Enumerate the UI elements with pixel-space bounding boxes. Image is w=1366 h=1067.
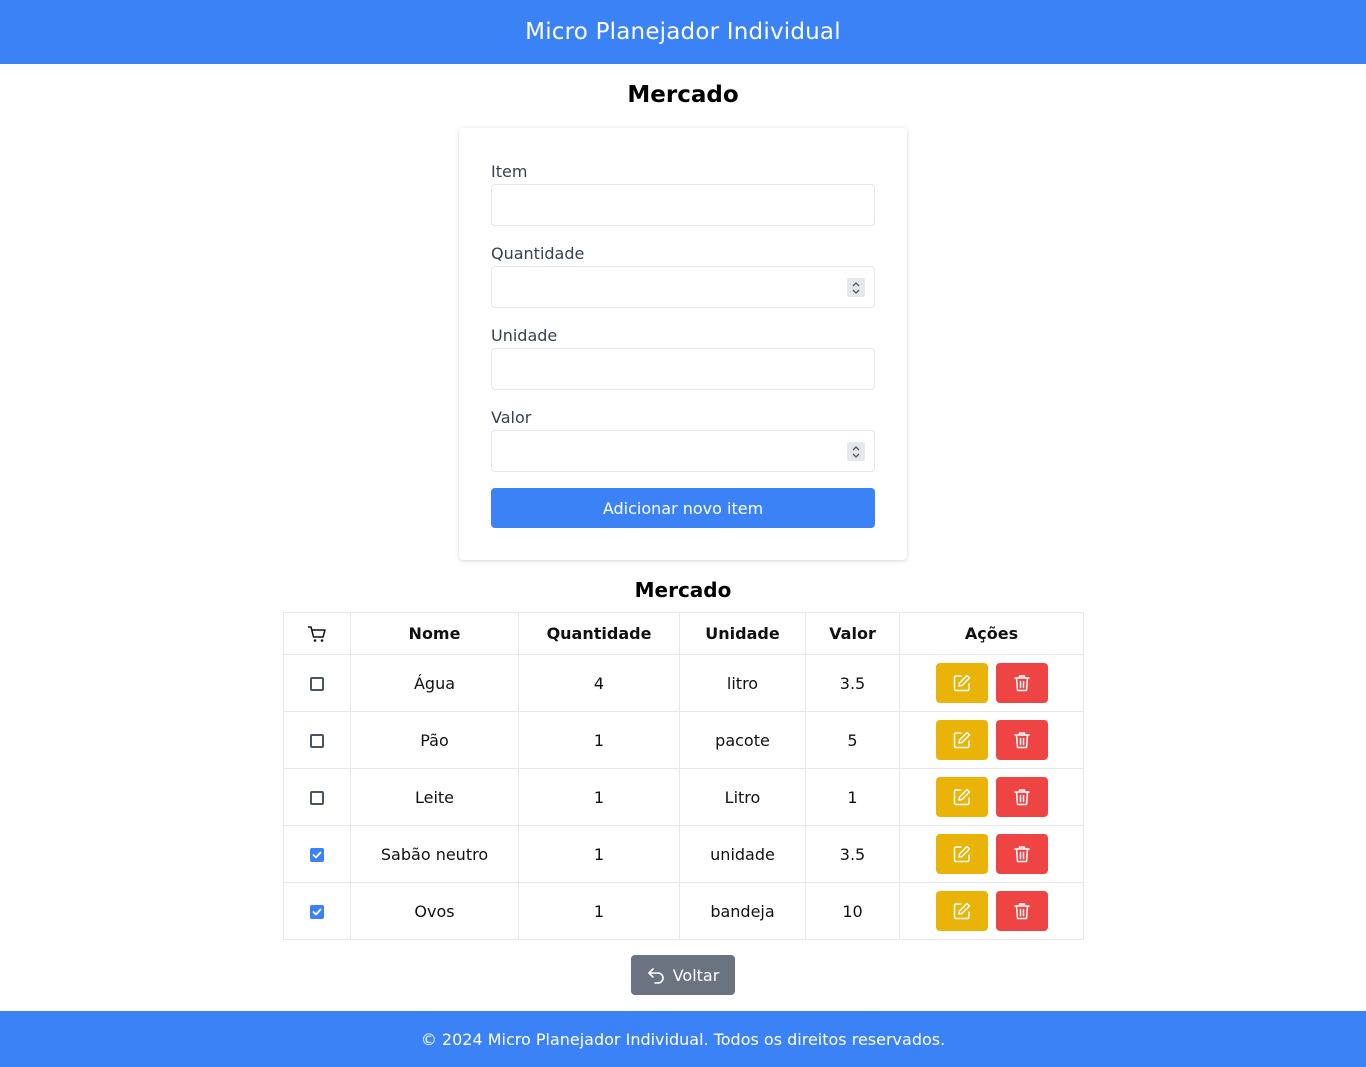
- spinner-up-icon: [852, 445, 860, 450]
- header-unidade: Unidade: [679, 612, 806, 655]
- quantidade-label: Quantidade: [491, 244, 585, 263]
- row-checkbox[interactable]: [310, 848, 324, 862]
- row-actions: [899, 825, 1084, 883]
- delete-button[interactable]: [995, 720, 1048, 760]
- row-unidade: pacote: [679, 711, 806, 769]
- row-actions: [899, 882, 1084, 940]
- row-unidade: Litro: [679, 768, 806, 826]
- row-valor: 3.5: [805, 654, 900, 712]
- trash-icon: [1013, 675, 1030, 692]
- row-nome: Leite: [350, 768, 519, 826]
- row-actions: [899, 768, 1084, 826]
- row-unidade: litro: [679, 654, 806, 712]
- header-valor: Valor: [805, 612, 900, 655]
- row-unidade: bandeja: [679, 882, 806, 940]
- quantidade-input[interactable]: [491, 266, 875, 308]
- items-table: Nome Quantidade Unidade Valor Ações Água…: [283, 612, 1084, 940]
- pencil-square-icon: [953, 902, 970, 920]
- edit-button[interactable]: [935, 777, 988, 817]
- add-item-button[interactable]: Adicionar novo item: [491, 488, 875, 528]
- back-button-label: Voltar: [672, 965, 720, 985]
- pencil-square-icon: [953, 731, 970, 749]
- header-acoes: Ações: [899, 612, 1084, 655]
- undo-arrow-icon: [647, 968, 664, 984]
- spinner-up-icon: [852, 281, 860, 286]
- row-valor: 10: [805, 882, 900, 940]
- trash-icon: [1013, 846, 1030, 863]
- trash-icon: [1013, 732, 1030, 749]
- delete-button[interactable]: [995, 663, 1048, 703]
- quantidade-spinner[interactable]: [847, 278, 865, 297]
- row-checkbox[interactable]: [310, 905, 324, 919]
- pencil-square-icon: [953, 845, 970, 863]
- unidade-input[interactable]: [491, 348, 875, 390]
- row-checkbox-cell: [283, 711, 351, 769]
- app-header: Micro Planejador Individual: [0, 0, 1366, 64]
- row-checkbox-cell: [283, 825, 351, 883]
- table-row: Leite 1 Litro 1: [283, 768, 1084, 826]
- delete-button[interactable]: [995, 777, 1048, 817]
- row-nome: Pão: [350, 711, 519, 769]
- delete-button[interactable]: [995, 891, 1048, 931]
- row-quantidade: 1: [518, 768, 680, 826]
- edit-button[interactable]: [935, 720, 988, 760]
- unidade-label: Unidade: [491, 326, 558, 345]
- row-valor: 3.5: [805, 825, 900, 883]
- pencil-square-icon: [953, 788, 970, 806]
- spinner-down-icon: [852, 453, 860, 458]
- edit-button[interactable]: [935, 891, 988, 931]
- row-checkbox-cell: [283, 882, 351, 940]
- valor-input[interactable]: [491, 430, 875, 472]
- row-valor: 1: [805, 768, 900, 826]
- page-title: Mercado: [627, 82, 739, 108]
- row-checkbox-cell: [283, 768, 351, 826]
- footer: © 2024 Micro Planejador Individual. Todo…: [0, 1011, 1366, 1067]
- delete-button[interactable]: [995, 834, 1048, 874]
- row-unidade: unidade: [679, 825, 806, 883]
- row-nome: Sabão neutro: [350, 825, 519, 883]
- back-button[interactable]: Voltar: [631, 955, 735, 995]
- row-quantidade: 4: [518, 654, 680, 712]
- row-quantidade: 1: [518, 882, 680, 940]
- row-nome: Ovos: [350, 882, 519, 940]
- table-header-row: Nome Quantidade Unidade Valor Ações: [283, 612, 1084, 655]
- cart-icon: [308, 626, 326, 643]
- spinner-down-icon: [852, 289, 860, 294]
- table-title: Mercado: [634, 578, 732, 602]
- app-title: Micro Planejador Individual: [525, 19, 841, 45]
- trash-icon: [1013, 789, 1030, 806]
- row-actions: [899, 654, 1084, 712]
- row-checkbox[interactable]: [310, 677, 324, 691]
- table-row: Ovos 1 bandeja 10: [283, 882, 1084, 940]
- row-quantidade: 1: [518, 825, 680, 883]
- row-valor: 5: [805, 711, 900, 769]
- add-item-form: Item Quantidade Unidade Valor Adicionar …: [459, 128, 907, 560]
- row-checkbox-cell: [283, 654, 351, 712]
- item-input[interactable]: [491, 184, 875, 226]
- header-quantidade: Quantidade: [518, 612, 680, 655]
- header-nome: Nome: [350, 612, 519, 655]
- row-quantidade: 1: [518, 711, 680, 769]
- table-row: Pão 1 pacote 5: [283, 711, 1084, 769]
- valor-spinner[interactable]: [847, 442, 865, 461]
- table-row: Água 4 litro 3.5: [283, 654, 1084, 712]
- row-checkbox[interactable]: [310, 734, 324, 748]
- table-row: Sabão neutro 1 unidade 3.5: [283, 825, 1084, 883]
- item-label: Item: [491, 162, 528, 181]
- header-cart: [283, 612, 351, 655]
- row-nome: Água: [350, 654, 519, 712]
- trash-icon: [1013, 903, 1030, 920]
- valor-label: Valor: [491, 408, 532, 427]
- edit-button[interactable]: [935, 663, 988, 703]
- row-actions: [899, 711, 1084, 769]
- edit-button[interactable]: [935, 834, 988, 874]
- pencil-square-icon: [953, 674, 970, 692]
- footer-text: © 2024 Micro Planejador Individual. Todo…: [420, 1029, 946, 1049]
- row-checkbox[interactable]: [310, 791, 324, 805]
